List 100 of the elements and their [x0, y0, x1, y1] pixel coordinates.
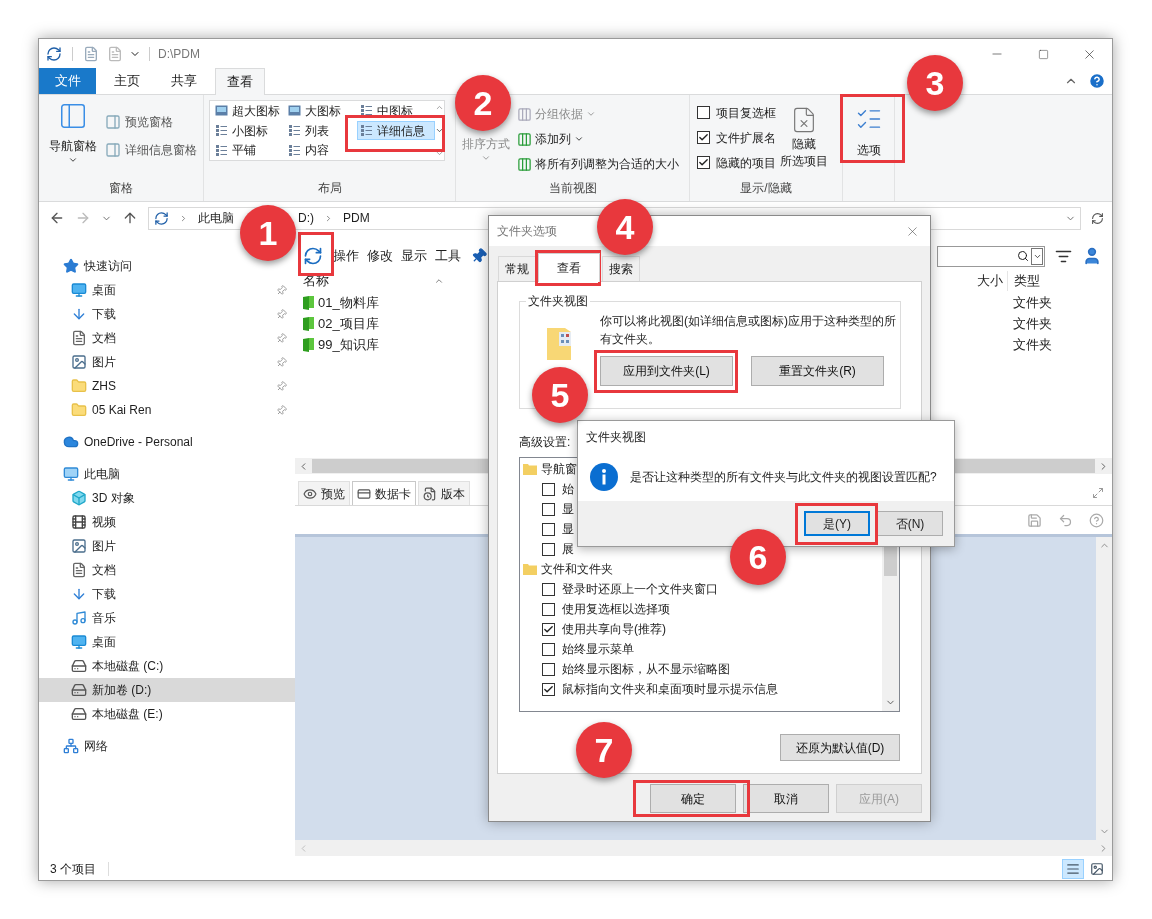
hide-selected-button[interactable]: 隐藏 所选项目 — [780, 104, 828, 179]
nav-item[interactable]: 本地磁盘 (C:) — [39, 654, 295, 678]
checkbox[interactable] — [697, 156, 710, 169]
button[interactable]: 是(Y) — [804, 511, 870, 536]
checkbox[interactable] — [542, 522, 555, 536]
nav-item[interactable]: 桌面 — [39, 278, 295, 302]
nav-item[interactable]: 图片 — [39, 534, 295, 558]
breadcrumb[interactable]: PDM — [343, 209, 370, 227]
pane-toggle-button[interactable]: 预览窗格 — [105, 113, 197, 131]
message-text: 是否让这种类型的所有文件夹与此文件夹的视图设置匹配? — [630, 469, 937, 486]
nav-item[interactable]: OneDrive - Personal — [39, 430, 295, 454]
up-icon[interactable] — [122, 210, 138, 226]
nav-item[interactable]: 网络 — [39, 734, 295, 758]
breadcrumb[interactable]: 此电脑 — [198, 209, 234, 227]
search-field[interactable] — [937, 245, 1045, 267]
layout-option[interactable]: 详细信息 — [357, 120, 435, 141]
expand-icon[interactable] — [1092, 487, 1104, 499]
button[interactable]: 应用到文件夹(L) — [600, 356, 733, 386]
setting-label: 登录时还原上一个文件夹窗口 — [562, 581, 718, 598]
chevron-icon[interactable] — [324, 213, 333, 223]
document-check-icon[interactable] — [83, 46, 99, 62]
button[interactable]: 重置文件夹(R) — [751, 356, 884, 386]
layout-option[interactable]: 小图标 — [212, 120, 285, 141]
chevron-icon[interactable] — [179, 213, 188, 223]
checkbox[interactable] — [542, 602, 555, 616]
nav-item[interactable]: ZHS — [39, 374, 295, 398]
nav-item[interactable]: 05 Kai Ren — [39, 398, 295, 422]
columns-icon — [517, 106, 532, 122]
menu-item[interactable]: 显示 — [401, 246, 427, 266]
nav-item[interactable]: 桌面 — [39, 630, 295, 654]
layout-option[interactable]: 大图标 — [285, 101, 357, 121]
checkbox[interactable] — [542, 682, 555, 696]
dialog-tab[interactable]: 查看 — [538, 253, 600, 282]
nav-item[interactable]: 新加卷 (D:) — [39, 678, 295, 702]
dialog-tab[interactable]: 常规 — [498, 256, 536, 281]
menu-item[interactable]: 修改 — [367, 246, 393, 266]
checkbox[interactable] — [542, 482, 555, 496]
picture-icon — [1090, 861, 1104, 876]
checkbox[interactable] — [697, 106, 710, 119]
button[interactable]: 取消 — [743, 784, 829, 813]
vault-folder-icon — [303, 337, 314, 352]
menu-item[interactable]: 操作 — [333, 246, 359, 266]
nav-item[interactable]: 文档 — [39, 326, 295, 350]
nav-item[interactable]: 下载 — [39, 302, 295, 326]
refresh-icon[interactable] — [1091, 211, 1104, 225]
more-icon[interactable] — [435, 126, 444, 135]
button[interactable]: 还原为默认值(D) — [780, 734, 900, 761]
checkbox[interactable] — [542, 642, 555, 656]
ribbon-tab[interactable]: 主页 — [101, 68, 153, 94]
nav-item[interactable]: 图片 — [39, 350, 295, 374]
nav-item[interactable]: 视频 — [39, 510, 295, 534]
ribbon-tab[interactable]: 查看 — [215, 68, 265, 95]
file-name[interactable]: 01_物料库 — [318, 292, 379, 313]
panel-tab[interactable]: 数据卡 — [352, 481, 416, 505]
nav-item[interactable]: 音乐 — [39, 606, 295, 630]
view-command-button[interactable]: 添加列 — [517, 129, 679, 149]
nav-item[interactable]: 3D 对象 — [39, 486, 295, 510]
scroll-down-icon[interactable] — [435, 149, 444, 158]
layout-option[interactable]: 平铺 — [212, 140, 285, 160]
checkbox[interactable] — [542, 502, 555, 516]
vault-refresh-icon[interactable] — [303, 246, 323, 266]
navigation-pane-button[interactable]: 导航窗格 — [45, 101, 101, 179]
file-name[interactable]: 02_项目库 — [318, 313, 379, 334]
nav-item[interactable]: 此电脑 — [39, 462, 295, 486]
nav-item[interactable]: 本地磁盘 (E:) — [39, 702, 295, 726]
user-icon[interactable] — [1082, 246, 1102, 266]
breadcrumb[interactable]: D:) — [298, 209, 314, 227]
download-icon — [71, 306, 87, 322]
horizontal-scrollbar[interactable] — [295, 840, 1112, 856]
view-command-button[interactable]: 将所有列调整为合适的大小 — [517, 154, 679, 174]
checkbox[interactable] — [542, 622, 555, 636]
file-type: 文件夹 — [1012, 293, 1052, 312]
layout-option[interactable]: 内容 — [285, 140, 357, 160]
button[interactable]: 否(N) — [877, 511, 943, 536]
checkbox[interactable] — [542, 542, 555, 556]
column-header[interactable]: 名称 — [303, 271, 329, 291]
button[interactable]: 确定 — [650, 784, 736, 813]
details-view-button[interactable] — [1062, 858, 1084, 879]
app-icon[interactable] — [46, 46, 62, 62]
column-header[interactable]: 类型 — [1007, 271, 1112, 291]
file-name[interactable]: 99_知识库 — [318, 334, 379, 355]
nav-item[interactable]: 下载 — [39, 582, 295, 606]
checkbox[interactable] — [542, 662, 555, 676]
vertical-scrollbar[interactable] — [1096, 537, 1112, 840]
dialog-tab[interactable]: 搜索 — [602, 256, 640, 281]
panel-tab[interactable]: 版本 — [418, 481, 470, 505]
layout-option[interactable]: 超大图标 — [212, 101, 285, 121]
checkbox[interactable] — [697, 131, 710, 144]
ribbon-tab[interactable]: 共享 — [158, 68, 210, 94]
options-button[interactable]: 选项 — [854, 105, 883, 159]
back-icon[interactable] — [49, 210, 65, 226]
column-header[interactable]: 大小 — [969, 271, 1007, 291]
vault-folder-icon — [303, 316, 314, 331]
nav-item[interactable]: 文档 — [39, 558, 295, 582]
layout-option[interactable]: 列表 — [285, 120, 357, 141]
pane-toggle-button[interactable]: 详细信息窗格 — [105, 141, 197, 159]
ribbon-tab[interactable]: 文件 — [39, 68, 96, 94]
checkbox[interactable] — [542, 582, 555, 596]
panel-tab[interactable]: 预览 — [298, 481, 350, 505]
menu-item[interactable]: 工具 — [435, 246, 461, 266]
